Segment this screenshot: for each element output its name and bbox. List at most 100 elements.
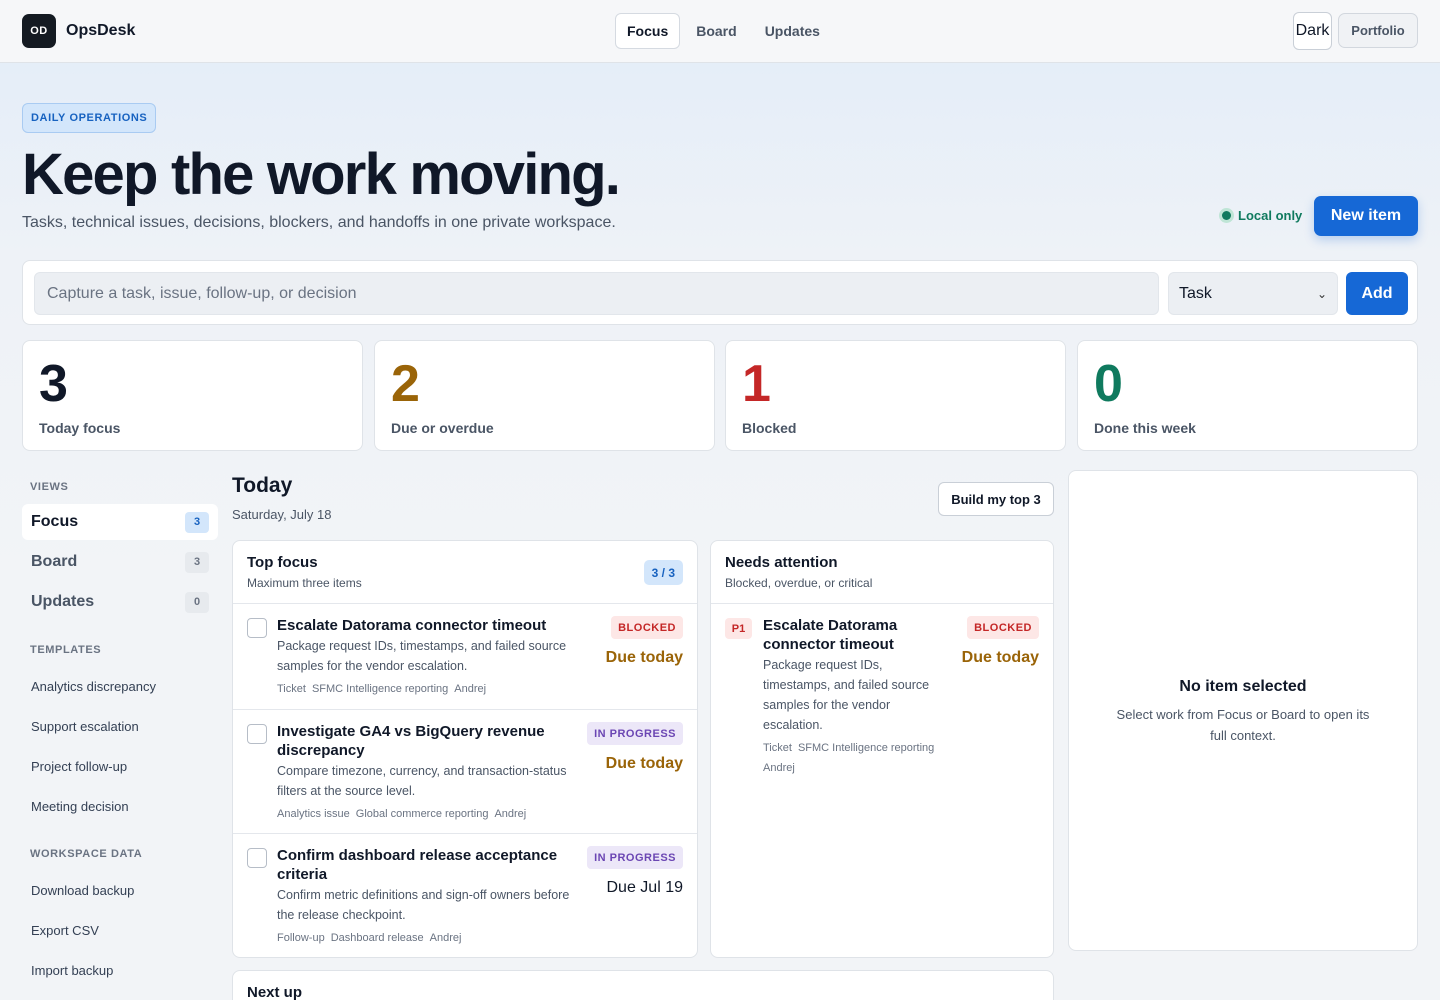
item-title: Escalate Datorama connector timeout bbox=[277, 617, 547, 634]
sidebar-item-board[interactable]: Board 3 bbox=[22, 544, 218, 580]
item-description: Package request IDs, timestamps, and fai… bbox=[763, 658, 930, 732]
panel-subtitle: Blocked, overdue, or critical bbox=[725, 576, 873, 590]
quick-capture-bar: Task ⌄ Add bbox=[22, 260, 1418, 325]
today-date: Saturday, July 18 bbox=[232, 507, 332, 522]
due-label: Due Jul 19 bbox=[606, 879, 684, 896]
item-project: SFMC Intelligence reporting bbox=[311, 683, 449, 695]
sidebar-item-label: Board bbox=[31, 553, 78, 570]
storage-status-label: Local only bbox=[1238, 208, 1303, 223]
item-owner: Andrej bbox=[494, 808, 527, 820]
due-label: Due today bbox=[605, 755, 683, 772]
status-badge: IN PROGRESS bbox=[587, 846, 683, 869]
count-badge: 0 bbox=[185, 591, 209, 613]
portfolio-button[interactable]: Portfolio bbox=[1338, 13, 1418, 48]
panel-title: Next up bbox=[247, 984, 303, 1000]
status-badge: IN PROGRESS bbox=[587, 722, 683, 745]
storage-status: Local only bbox=[1222, 208, 1302, 223]
count-badge: 3 bbox=[185, 511, 209, 533]
template-analytics-discrepancy[interactable]: Analytics discrepancy bbox=[31, 679, 156, 694]
item-owner: Andrej bbox=[429, 932, 462, 944]
priority-badge: P1 bbox=[725, 618, 752, 639]
sidebar-item-label: Focus bbox=[31, 513, 79, 530]
item-project: Global commerce reporting bbox=[355, 808, 489, 820]
download-backup-link[interactable]: Download backup bbox=[31, 883, 134, 898]
template-project-follow-up[interactable]: Project follow-up bbox=[31, 759, 127, 774]
focus-item[interactable]: Escalate Datorama connector timeout Pack… bbox=[233, 604, 697, 710]
build-top-three-button[interactable]: Build my top 3 bbox=[938, 482, 1054, 516]
item-title: Escalate Datorama connector timeout bbox=[763, 617, 898, 653]
chevron-down-icon: ⌄ bbox=[1316, 286, 1327, 301]
tab-updates[interactable]: Updates bbox=[753, 13, 832, 49]
empty-state-title: No item selected bbox=[1179, 678, 1307, 695]
item-title: Confirm dashboard release acceptance cri… bbox=[277, 847, 558, 883]
stat-card-blocked: 1 Blocked bbox=[725, 340, 1066, 451]
sidebar-item-label: Updates bbox=[31, 593, 95, 610]
stat-value: 2 bbox=[391, 355, 420, 413]
stat-card-today-focus: 3 Today focus bbox=[22, 340, 363, 451]
template-meeting-decision[interactable]: Meeting decision bbox=[31, 799, 129, 814]
item-type: Analytics issue bbox=[277, 808, 350, 820]
sidebar-item-focus[interactable]: Focus 3 bbox=[22, 504, 218, 540]
page-subtitle: Tasks, technical issues, decisions, bloc… bbox=[22, 214, 616, 231]
needs-attention-panel: Needs attention Blocked, overdue, or cri… bbox=[710, 540, 1054, 958]
top-nav: Focus Board Updates bbox=[615, 13, 836, 49]
item-type-select[interactable]: Task ⌄ bbox=[1168, 272, 1338, 315]
stat-label: Done this week bbox=[1094, 420, 1196, 436]
sidebar-heading-views: VIEWS bbox=[30, 481, 69, 493]
template-support-escalation[interactable]: Support escalation bbox=[31, 719, 139, 734]
panel-subtitle: Maximum three items bbox=[247, 576, 362, 590]
item-description: Compare timezone, currency, and transact… bbox=[277, 764, 567, 798]
complete-checkbox[interactable] bbox=[247, 848, 267, 868]
tab-focus[interactable]: Focus bbox=[615, 13, 681, 49]
sidebar-item-updates[interactable]: Updates 0 bbox=[22, 584, 218, 620]
detail-panel: No item selected Select work from Focus … bbox=[1068, 470, 1418, 951]
attention-item[interactable]: P1 Escalate Datorama connector timeout P… bbox=[711, 604, 1053, 784]
new-item-button[interactable]: New item bbox=[1314, 196, 1418, 236]
export-csv-link[interactable]: Export CSV bbox=[31, 923, 99, 938]
app-name: OpsDesk bbox=[66, 22, 136, 39]
sidebar-heading-templates: TEMPLATES bbox=[30, 644, 102, 656]
item-meta: Ticket SFMC Intelligence reporting Andrej bbox=[763, 738, 963, 778]
focus-item[interactable]: Investigate GA4 vs BigQuery revenue disc… bbox=[233, 710, 697, 834]
item-meta: Ticket SFMC Intelligence reporting Andrej bbox=[277, 679, 492, 699]
top-bar: OD OpsDesk Focus Board Updates Dark Port… bbox=[0, 0, 1440, 63]
app-logo[interactable]: OD bbox=[22, 14, 56, 48]
tab-board[interactable]: Board bbox=[684, 13, 748, 49]
sidebar-heading-workspace-data: WORKSPACE DATA bbox=[30, 848, 143, 860]
complete-checkbox[interactable] bbox=[247, 618, 267, 638]
item-type: Ticket bbox=[763, 742, 792, 754]
section-eyebrow: DAILY OPERATIONS bbox=[22, 103, 157, 133]
add-button[interactable]: Add bbox=[1346, 272, 1408, 315]
complete-checkbox[interactable] bbox=[247, 724, 267, 744]
status-badge: BLOCKED bbox=[611, 616, 683, 639]
item-owner: Andrej bbox=[454, 683, 487, 695]
empty-state-subtitle: Select work from Focus or Board to open … bbox=[1116, 707, 1370, 743]
focus-count-badge: 3 / 3 bbox=[643, 560, 683, 585]
capture-input[interactable] bbox=[34, 272, 1159, 315]
stat-label: Today focus bbox=[39, 420, 121, 436]
stat-value: 3 bbox=[39, 355, 68, 413]
stat-value: 1 bbox=[742, 355, 771, 413]
stat-value: 0 bbox=[1094, 355, 1123, 413]
status-dot-icon bbox=[1222, 211, 1231, 220]
import-backup-link[interactable]: Import backup bbox=[31, 963, 113, 978]
item-description: Confirm metric definitions and sign-off … bbox=[277, 888, 570, 922]
stat-label: Due or overdue bbox=[391, 420, 494, 436]
stat-card-done: 0 Done this week bbox=[1077, 340, 1418, 451]
focus-item[interactable]: Confirm dashboard release acceptance cri… bbox=[233, 834, 697, 957]
item-project: SFMC Intelligence reporting bbox=[797, 742, 935, 754]
panel-header: Top focus Maximum three items 3 / 3 bbox=[233, 541, 697, 604]
item-type: Follow-up bbox=[277, 932, 325, 944]
item-meta: Follow-up Dashboard release Andrej bbox=[277, 928, 467, 948]
top-focus-panel: Top focus Maximum three items 3 / 3 Esca… bbox=[232, 540, 698, 958]
page-title: Keep the work moving. bbox=[22, 142, 621, 207]
count-badge: 3 bbox=[185, 551, 209, 573]
theme-toggle-button[interactable]: Dark bbox=[1293, 12, 1332, 50]
panel-title: Needs attention bbox=[725, 554, 838, 571]
panel-title: Top focus bbox=[247, 554, 318, 571]
item-type: Ticket bbox=[277, 683, 306, 695]
status-badge: BLOCKED bbox=[967, 616, 1039, 639]
next-up-panel: Next up bbox=[232, 970, 1054, 1000]
due-label: Due today bbox=[605, 649, 683, 666]
item-description: Package request IDs, timestamps, and fai… bbox=[277, 639, 567, 673]
